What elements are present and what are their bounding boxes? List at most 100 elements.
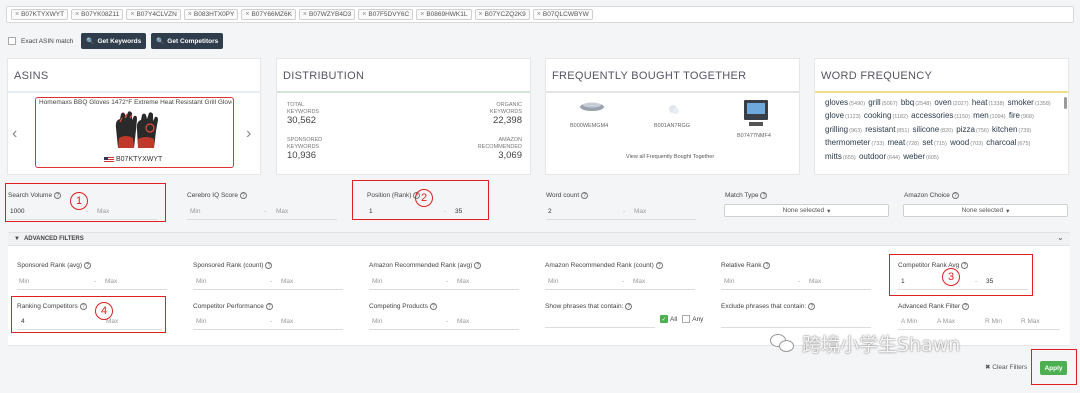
asin-chip[interactable]: × B07F5DVY6C: [358, 9, 414, 20]
annotation-number: 2: [415, 189, 433, 207]
word-frequency-item[interactable]: smoker(1358): [1008, 98, 1052, 107]
asin-chip[interactable]: × B083HTX0PY: [183, 9, 239, 20]
caret-down-icon: ▾: [827, 207, 831, 215]
asin-chip[interactable]: × B07YCZQ2K9: [474, 9, 530, 20]
view-all-fbt-link[interactable]: View all Frequently Bought Together: [626, 154, 714, 160]
word-frequency-item[interactable]: gloves(5490): [825, 98, 866, 107]
word-frequency-item[interactable]: bbq(2548): [901, 98, 932, 107]
word-frequency-item[interactable]: kitchen(739): [992, 125, 1032, 134]
sponsored-keywords-stat: SPONSORED KEYWORDS 10,936: [287, 137, 323, 161]
word-frequency-item[interactable]: grilling(963): [825, 125, 863, 134]
word-frequency-item[interactable]: thermometer(733): [825, 138, 885, 147]
remove-icon[interactable]: ×: [75, 11, 79, 18]
word-frequency-item[interactable]: heat(1338): [972, 98, 1005, 107]
all-checkbox[interactable]: ✓: [660, 315, 668, 323]
get-keywords-button[interactable]: 🔍 Get Keywords: [81, 33, 147, 49]
asin-chip[interactable]: × B07YK08Z11: [71, 9, 124, 20]
remove-icon[interactable]: ×: [188, 11, 192, 18]
remove-icon[interactable]: ×: [130, 11, 134, 18]
sponsored-rank-count-label: Sponsored Rank (count)?: [193, 262, 273, 269]
word-frequency-item[interactable]: glove(1123): [825, 111, 862, 120]
word-frequency-item[interactable]: cooking(1182): [864, 111, 909, 120]
amazon-rec-rank-count-max[interactable]: Max: [633, 278, 645, 285]
word-count-min-input[interactable]: 2: [548, 208, 552, 215]
exact-match-checkbox[interactable]: [8, 37, 16, 45]
get-competitors-button[interactable]: 🔍 Get Competitors: [151, 33, 224, 49]
word-frequency-item[interactable]: wood(703): [950, 138, 984, 147]
card-title: DISTRIBUTION: [283, 70, 365, 82]
asin-chip[interactable]: × B07Y4CLVZN: [126, 9, 181, 20]
adv-rank-a-max[interactable]: A Max: [937, 318, 955, 325]
annotation-box-4: [11, 296, 166, 333]
remove-icon[interactable]: ×: [479, 11, 483, 18]
competitor-performance-min[interactable]: Min: [196, 318, 206, 325]
word-frequency-item[interactable]: accessories(1150): [911, 111, 971, 120]
sponsored-rank-avg-label: Sponsored Rank (avg)?: [17, 262, 92, 269]
word-frequency-item[interactable]: outdoor(644): [859, 152, 901, 161]
chevron-left-icon[interactable]: ‹: [12, 125, 17, 143]
help-icon: ?: [474, 262, 482, 269]
competing-products-max[interactable]: Max: [457, 318, 469, 325]
relative-rank-min[interactable]: Min: [724, 278, 734, 285]
competitor-performance-max[interactable]: Max: [281, 318, 293, 325]
asin-chip[interactable]: × B07Y66MZ6K: [241, 9, 296, 20]
amazon-rec-rank-avg-min[interactable]: Min: [372, 278, 382, 285]
asin-chip[interactable]: × B07KTYXWYT: [11, 9, 69, 20]
sponsored-rank-count-max[interactable]: Max: [281, 278, 293, 285]
asin-chip[interactable]: × B07QLCWBYW: [532, 9, 593, 20]
competing-products-min[interactable]: Min: [372, 318, 382, 325]
amazon-choice-select[interactable]: None selected ▾: [903, 204, 1068, 217]
word-frequency-scrollbar[interactable]: [1064, 97, 1067, 109]
sponsored-rank-avg-max[interactable]: Max: [105, 278, 117, 285]
help-icon: ?: [962, 303, 970, 310]
word-frequency-item[interactable]: silicone(820): [913, 125, 955, 134]
help-icon: ?: [429, 303, 437, 310]
fbt-item-asin[interactable]: B07477NMF4: [737, 133, 771, 139]
word-frequency-item[interactable]: resistant(851): [865, 125, 910, 134]
amazon-rec-rank-count-min[interactable]: Min: [548, 278, 558, 285]
remove-icon[interactable]: ×: [303, 11, 307, 18]
word-frequency-item[interactable]: set(715): [922, 138, 948, 147]
word-frequency-item[interactable]: grill(5067): [868, 98, 898, 107]
remove-icon[interactable]: ×: [15, 11, 19, 18]
wechat-icon: [770, 333, 796, 354]
word-frequency-item[interactable]: men(1094): [973, 111, 1006, 120]
word-frequency-item[interactable]: mitts(655): [825, 152, 857, 161]
help-icon: ?: [265, 262, 273, 269]
fbt-item-asin[interactable]: B000WEMGM4: [570, 123, 608, 129]
word-frequency-item[interactable]: fire(968): [1009, 111, 1035, 120]
match-type-select[interactable]: None selected ▾: [724, 204, 889, 217]
remove-icon[interactable]: ×: [362, 11, 366, 18]
sponsored-rank-count-min[interactable]: Min: [196, 278, 206, 285]
word-frequency-item[interactable]: charcoal(675): [986, 138, 1031, 147]
adv-rank-r-max[interactable]: R Max: [1021, 318, 1040, 325]
asin-chip[interactable]: × B07WZYB4D3: [298, 9, 356, 20]
word-count-max-input[interactable]: Max: [634, 208, 646, 215]
asin-chip-bar[interactable]: × B07KTYXWYT × B07YK08Z11 × B07Y4CLVZN × B083HT…: [6, 6, 1074, 23]
word-frequency-item[interactable]: oven(2027): [934, 98, 969, 107]
relative-rank-max[interactable]: Max: [809, 278, 821, 285]
chevron-right-icon[interactable]: ›: [246, 125, 251, 143]
amazon-rec-rank-avg-max[interactable]: Max: [457, 278, 469, 285]
any-checkbox[interactable]: [682, 315, 691, 323]
word-frequency-item[interactable]: pizza(756): [956, 125, 990, 134]
amazon-rec-rank-count-label: Amazon Recommended Rank (count)?: [545, 262, 663, 269]
card-title: ASINS: [14, 70, 49, 82]
advanced-filters-toggle[interactable]: ▼ ADVANCED FILTERS: [8, 232, 1070, 246]
clear-filters-button[interactable]: ✖ Clear Filters: [985, 363, 1027, 371]
adv-rank-r-min[interactable]: R Min: [985, 318, 1002, 325]
remove-icon[interactable]: ×: [420, 11, 424, 18]
chevron-down-icon[interactable]: ⌄: [1057, 233, 1064, 242]
remove-icon[interactable]: ×: [537, 11, 541, 18]
fbt-item-asin[interactable]: B001AN7RGG: [654, 123, 690, 129]
cerebro-iq-min-input[interactable]: Min: [190, 208, 200, 215]
fbt-item-image: [744, 100, 768, 126]
adv-rank-a-min[interactable]: A Min: [901, 318, 917, 325]
cerebro-iq-max-input[interactable]: Max: [276, 208, 288, 215]
word-frequency-item[interactable]: weber(605): [903, 152, 940, 161]
annotation-box-apply: [1031, 349, 1077, 385]
remove-icon[interactable]: ×: [245, 11, 249, 18]
asin-chip[interactable]: × B0869HWK1L: [416, 9, 472, 20]
sponsored-rank-avg-min[interactable]: Min: [19, 278, 29, 285]
word-frequency-item[interactable]: meat(728): [887, 138, 920, 147]
